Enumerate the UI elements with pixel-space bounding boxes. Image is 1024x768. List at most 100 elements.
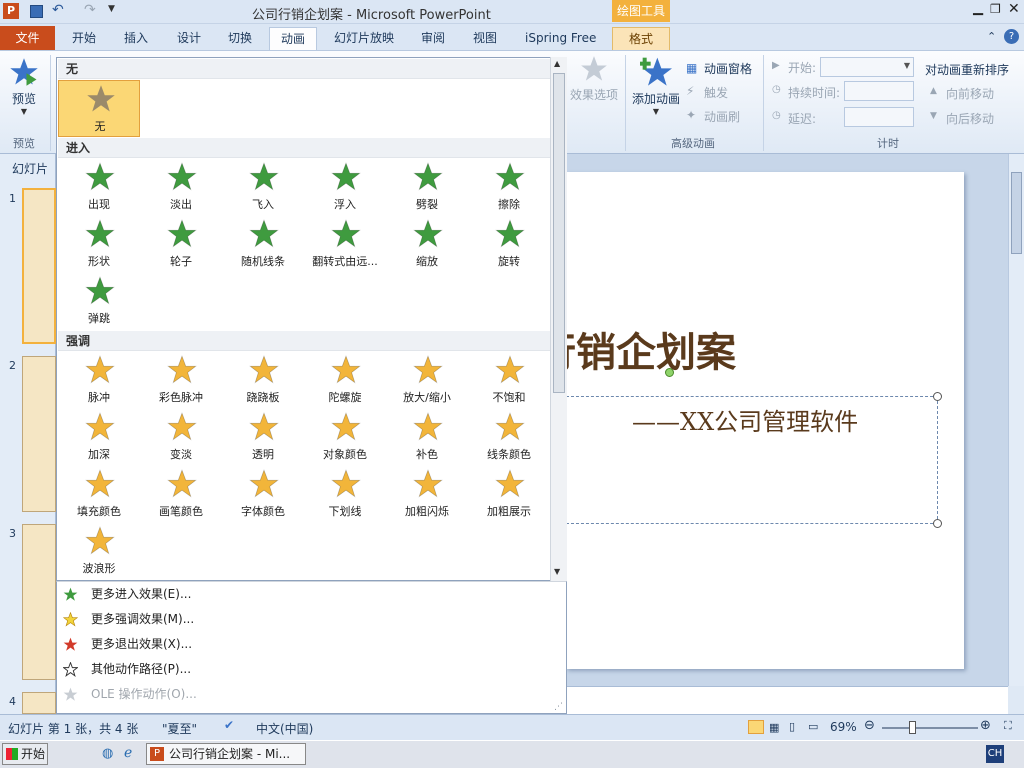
gallery-scrollbar[interactable]: ▲ ▼ <box>550 57 567 581</box>
start-select[interactable]: ▼ <box>820 57 914 77</box>
emphasis-effect-3[interactable]: 跷跷板 <box>222 352 304 409</box>
zoom-out-icon[interactable]: ⊖ <box>864 718 875 733</box>
tab-ispring[interactable]: iSpring Free <box>515 27 606 50</box>
zoom-in-icon[interactable]: ⊕ <box>980 718 991 733</box>
tab-home[interactable]: 开始 <box>62 27 106 50</box>
emphasis-effect-11[interactable]: 补色 <box>386 409 468 466</box>
emphasis-effect-2[interactable]: 彩色脉冲 <box>140 352 222 409</box>
emphasis-effect-12[interactable]: 线条颜色 <box>468 409 550 466</box>
close-icon[interactable]: ✕ <box>1008 1 1020 17</box>
redo-icon[interactable]: ↷ <box>84 2 96 18</box>
vertical-scrollbar[interactable] <box>1008 154 1024 686</box>
scroll-down-icon[interactable]: ▼ <box>554 567 560 576</box>
tab-design[interactable]: 设计 <box>167 27 211 50</box>
entrance-effect-6[interactable]: 擦除 <box>468 159 550 216</box>
emphasis-effect-4[interactable]: 陀螺旋 <box>304 352 386 409</box>
slide-sorter-icon[interactable]: ▦ <box>769 721 779 734</box>
entrance-effect-8[interactable]: 轮子 <box>140 216 222 273</box>
slide-thumbnail-2[interactable] <box>22 356 56 512</box>
duration-spinner[interactable] <box>844 81 914 101</box>
tab-animations[interactable]: 动画 <box>269 27 317 50</box>
restore-icon[interactable]: ❐ <box>990 2 1001 16</box>
move-earlier-button[interactable]: ▲ 向前移动 <box>930 85 1020 103</box>
trigger-button[interactable]: ⚡ 触发 <box>686 84 758 102</box>
gallery-scroll-thumb[interactable] <box>553 73 565 393</box>
emphasis-effect-19[interactable]: 波浪形 <box>58 523 140 580</box>
menu-more-entrance[interactable]: 更多进入效果(E)... <box>57 582 566 607</box>
entrance-effect-12[interactable]: 旋转 <box>468 216 550 273</box>
animation-pane-button[interactable]: ▦ 动画窗格 <box>686 60 758 78</box>
slide-subtitle[interactable]: ——XX公司管理软件 <box>632 402 858 437</box>
save-icon[interactable] <box>30 5 43 18</box>
emphasis-effect-10[interactable]: 对象颜色 <box>304 409 386 466</box>
notes-pane[interactable] <box>566 686 1008 714</box>
resize-handle[interactable] <box>933 519 942 528</box>
normal-view-icon[interactable] <box>748 720 764 734</box>
tab-review[interactable]: 审阅 <box>411 27 455 50</box>
zoom-level[interactable]: 69% <box>830 720 857 734</box>
rotate-handle[interactable] <box>665 368 674 377</box>
customize-qat-icon[interactable]: ▼ <box>108 4 115 14</box>
delay-spinner[interactable] <box>844 107 914 127</box>
entrance-effect-4[interactable]: 浮入 <box>304 159 386 216</box>
minimize-icon[interactable]: ▁ <box>973 1 983 16</box>
emphasis-effect-15[interactable]: 字体颜色 <box>222 466 304 523</box>
collapse-ribbon-icon[interactable]: ⌃ <box>987 30 996 43</box>
scroll-up-icon[interactable]: ▲ <box>554 59 560 68</box>
emphasis-effect-5[interactable]: 放大/缩小 <box>386 352 468 409</box>
menu-motion-paths[interactable]: 其他动作路径(P)... <box>57 657 566 682</box>
slide[interactable]: 行销企划案 ——XX公司管理软件 <box>536 172 964 669</box>
reading-view-icon[interactable]: ▯ <box>789 720 795 733</box>
tab-view[interactable]: 视图 <box>463 27 507 50</box>
menu-more-exit[interactable]: 更多退出效果(X)... <box>57 632 566 657</box>
scroll-thumb[interactable] <box>1011 172 1022 254</box>
resize-handle[interactable] <box>933 392 942 401</box>
emphasis-effect-17[interactable]: 加粗闪烁 <box>386 466 468 523</box>
fit-to-window-icon[interactable]: ⛶ <box>1004 719 1012 733</box>
slide-thumbnail-3[interactable] <box>22 524 56 680</box>
slide-thumbnail-4[interactable] <box>22 692 56 714</box>
app-icon[interactable]: P <box>3 3 19 19</box>
tab-transitions[interactable]: 切换 <box>218 27 262 50</box>
language[interactable]: 中文(中国) <box>256 720 313 737</box>
slideshow-view-icon[interactable]: ▭ <box>808 720 818 733</box>
undo-icon[interactable]: ↶ <box>52 2 64 18</box>
move-later-button[interactable]: ▼ 向后移动 <box>930 110 1020 128</box>
entrance-effect-13[interactable]: 弹跳 <box>58 273 140 330</box>
quicklaunch-icon[interactable]: ◍ <box>102 746 113 761</box>
emphasis-effect-7[interactable]: 加深 <box>58 409 140 466</box>
emphasis-effect-16[interactable]: 下划线 <box>304 466 386 523</box>
zoom-slider-thumb[interactable] <box>909 721 916 734</box>
entrance-effect-7[interactable]: 形状 <box>58 216 140 273</box>
tab-slideshow[interactable]: 幻灯片放映 <box>324 27 404 50</box>
emphasis-effect-6[interactable]: 不饱和 <box>468 352 550 409</box>
entrance-effect-9[interactable]: 随机线条 <box>222 216 304 273</box>
resize-grip-icon[interactable]: ⋰ <box>554 702 563 712</box>
emphasis-effect-8[interactable]: 变淡 <box>140 409 222 466</box>
zoom-slider[interactable] <box>882 727 978 729</box>
entrance-effect-2[interactable]: 淡出 <box>140 159 222 216</box>
tab-insert[interactable]: 插入 <box>114 27 158 50</box>
emphasis-effect-1[interactable]: 脉冲 <box>58 352 140 409</box>
animation-none[interactable]: 无 <box>58 80 140 137</box>
entrance-effect-10[interactable]: 翻转式由远... <box>304 216 386 273</box>
tab-format[interactable]: 格式 <box>612 27 670 50</box>
taskbar-powerpoint-window[interactable]: P 公司行销企划案 - Mi... <box>146 743 306 765</box>
entrance-effect-3[interactable]: 飞入 <box>222 159 304 216</box>
effect-options-button[interactable]: 效果选项 <box>568 55 620 125</box>
emphasis-effect-14[interactable]: 画笔颜色 <box>140 466 222 523</box>
entrance-effect-11[interactable]: 缩放 <box>386 216 468 273</box>
ime-indicator[interactable]: CH <box>986 745 1004 763</box>
entrance-effect-1[interactable]: 出现 <box>58 159 140 216</box>
emphasis-effect-9[interactable]: 透明 <box>222 409 304 466</box>
entrance-effect-5[interactable]: 劈裂 <box>386 159 468 216</box>
emphasis-effect-13[interactable]: 填充颜色 <box>58 466 140 523</box>
animation-painter-button[interactable]: ✦ 动画刷 <box>686 108 758 126</box>
help-icon[interactable]: ? <box>1004 29 1019 44</box>
menu-more-emphasis[interactable]: 更多强调效果(M)... <box>57 607 566 632</box>
emphasis-effect-18[interactable]: 加粗展示 <box>468 466 550 523</box>
spellcheck-icon[interactable]: ✔ <box>224 718 234 732</box>
preview-button[interactable]: 预览 ▼ <box>4 55 44 121</box>
tab-file[interactable]: 文件 <box>0 26 55 50</box>
slide-thumbnail-1[interactable] <box>22 188 56 344</box>
